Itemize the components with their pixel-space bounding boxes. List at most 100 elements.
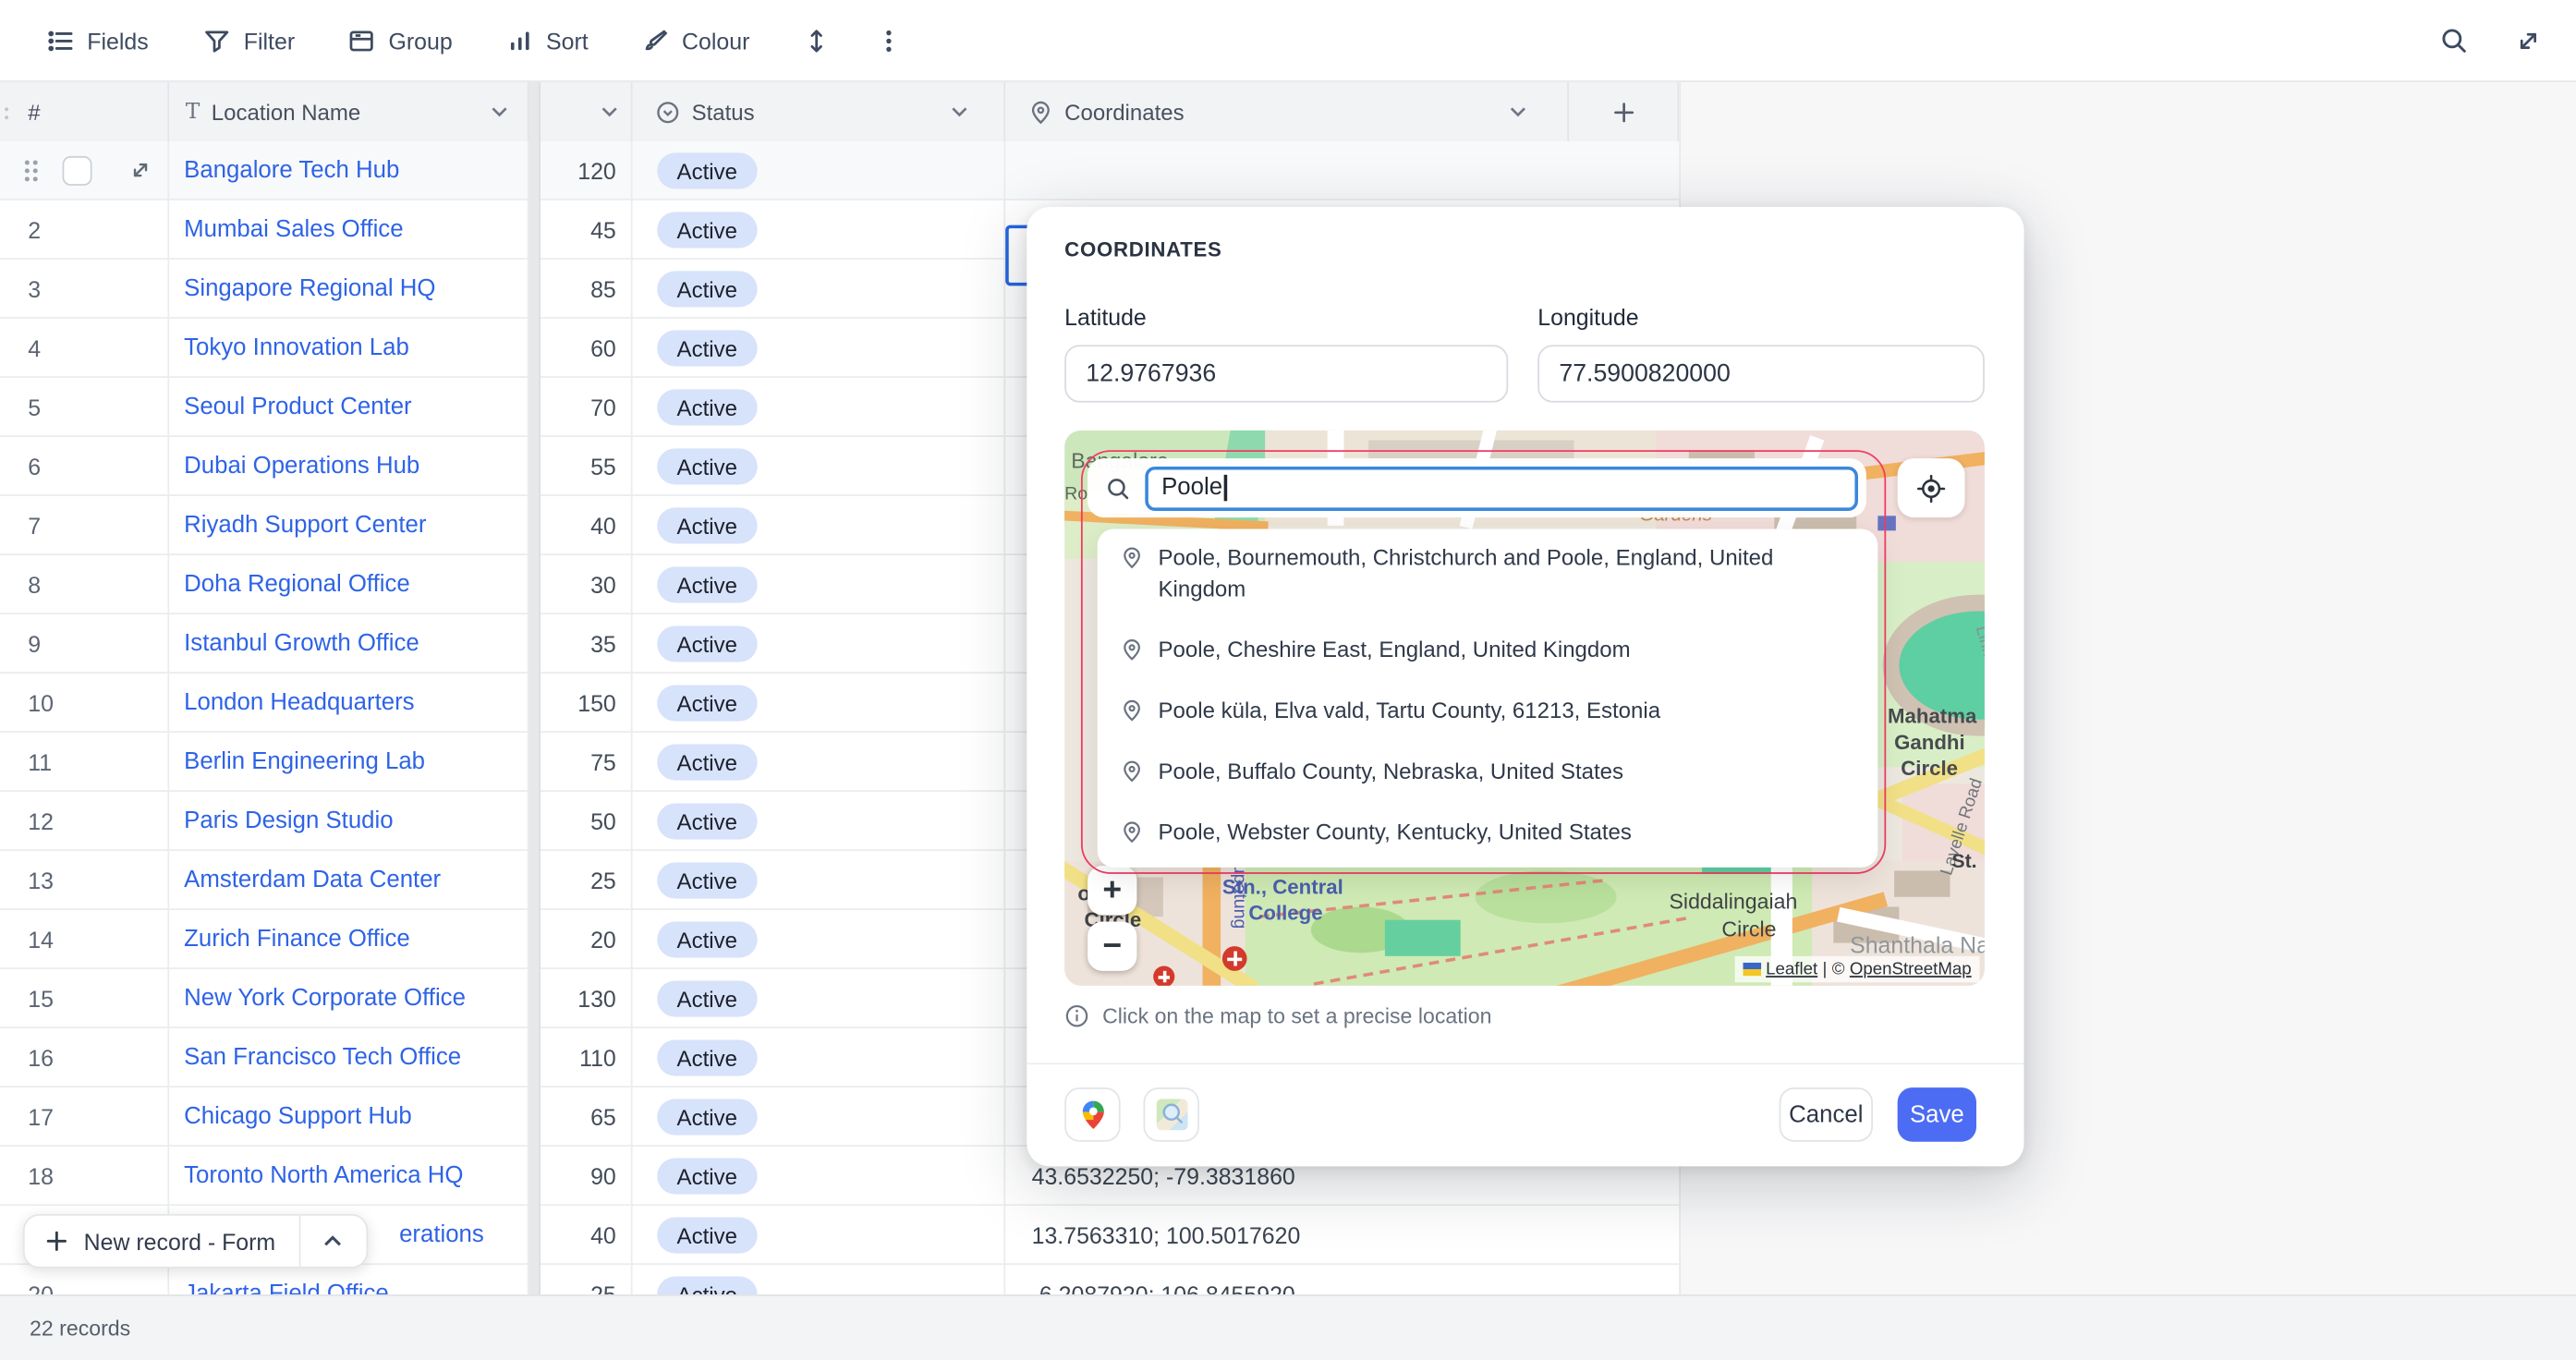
row-number-cell[interactable]: 6 bbox=[0, 437, 169, 496]
location-name-link[interactable]: Dubai Operations Hub bbox=[184, 454, 419, 480]
row-number-cell[interactable]: 14 bbox=[0, 910, 169, 969]
status-cell[interactable]: Active bbox=[633, 260, 1006, 319]
map-search-input[interactable]: Poole bbox=[1145, 466, 1858, 510]
open-openstreetmap-button[interactable] bbox=[1144, 1087, 1199, 1142]
value-cell[interactable]: 40 bbox=[541, 496, 633, 555]
status-cell[interactable]: Active bbox=[633, 141, 1006, 200]
row-number-cell[interactable]: 7 bbox=[0, 496, 169, 555]
location-name-link[interactable]: Tokyo Innovation Lab bbox=[184, 335, 409, 361]
location-name-link[interactable]: Zurich Finance Office bbox=[184, 927, 410, 953]
location-name-cell[interactable]: Chicago Support Hub bbox=[169, 1087, 529, 1147]
coordinates-cell[interactable]: 13.7563310; 100.5017620 bbox=[1005, 1206, 1569, 1265]
location-name-cell[interactable]: Zurich Finance Office bbox=[169, 910, 529, 969]
leaflet-link[interactable]: Leaflet bbox=[1766, 959, 1817, 978]
location-name-link[interactable]: Doha Regional Office bbox=[184, 572, 410, 598]
value-cell[interactable]: 55 bbox=[541, 437, 633, 496]
location-name-link[interactable]: Chicago Support Hub bbox=[184, 1104, 412, 1130]
save-button[interactable]: Save bbox=[1898, 1087, 1976, 1142]
location-name-link[interactable]: Paris Design Studio bbox=[184, 808, 393, 834]
status-cell[interactable]: Active bbox=[633, 614, 1006, 674]
latitude-input[interactable] bbox=[1064, 345, 1508, 402]
location-name-link[interactable]: Amsterdam Data Center bbox=[184, 868, 441, 893]
value-cell[interactable]: 25 bbox=[541, 1265, 633, 1294]
row-number-cell[interactable]: 13 bbox=[0, 851, 169, 910]
coordinates-cell[interactable]: -6.2087920; 106.8455920 bbox=[1005, 1265, 1569, 1294]
location-name-link[interactable]: Singapore Regional HQ bbox=[184, 276, 435, 302]
status-cell[interactable]: Active bbox=[633, 200, 1006, 260]
row-number-cell[interactable]: 12 bbox=[0, 792, 169, 851]
location-name-cell[interactable]: Istanbul Growth Office bbox=[169, 614, 529, 674]
header-status[interactable]: Status bbox=[633, 82, 1006, 141]
header-coordinates[interactable]: Coordinates bbox=[1005, 82, 1569, 141]
row-number-cell[interactable]: 2 bbox=[0, 200, 169, 260]
row-number-cell[interactable]: 3 bbox=[0, 260, 169, 319]
location-name-cell[interactable]: Singapore Regional HQ bbox=[169, 260, 529, 319]
openstreetmap-link[interactable]: OpenStreetMap bbox=[1850, 959, 1972, 978]
locate-me-button[interactable] bbox=[1898, 458, 1965, 517]
status-cell[interactable]: Active bbox=[633, 1147, 1006, 1206]
value-cell[interactable]: 25 bbox=[541, 851, 633, 910]
location-name-cell[interactable]: Bangalore Tech Hub bbox=[169, 141, 529, 200]
value-cell[interactable]: 45 bbox=[541, 200, 633, 260]
location-name-cell[interactable]: Tokyo Innovation Lab bbox=[169, 319, 529, 378]
status-cell[interactable]: Active bbox=[633, 1087, 1006, 1147]
status-cell[interactable]: Active bbox=[633, 555, 1006, 614]
search-result-item[interactable]: Poole, Buffalo County, Nebraska, United … bbox=[1121, 756, 1855, 787]
location-name-link[interactable]: Berlin Engineering Lab bbox=[184, 749, 425, 775]
search-result-item[interactable]: Poole, Cheshire East, England, United Ki… bbox=[1121, 634, 1855, 665]
header-row-number[interactable]: # bbox=[0, 82, 169, 141]
location-name-cell[interactable]: Toronto North America HQ bbox=[169, 1147, 529, 1206]
status-cell[interactable]: Active bbox=[633, 969, 1006, 1028]
status-cell[interactable]: Active bbox=[633, 851, 1006, 910]
location-name-cell[interactable]: Mumbai Sales Office bbox=[169, 200, 529, 260]
row-number-cell[interactable]: 4 bbox=[0, 319, 169, 378]
drag-handle-icon[interactable] bbox=[23, 158, 40, 184]
location-name-cell[interactable]: London Headquarters bbox=[169, 674, 529, 733]
location-name-cell[interactable]: New York Corporate Office bbox=[169, 969, 529, 1028]
open-google-maps-button[interactable] bbox=[1064, 1087, 1120, 1142]
status-cell[interactable]: Active bbox=[633, 792, 1006, 851]
search-button[interactable] bbox=[2432, 18, 2474, 61]
location-name-cell[interactable]: Paris Design Studio bbox=[169, 792, 529, 851]
value-cell[interactable]: 110 bbox=[541, 1028, 633, 1087]
value-cell[interactable]: 65 bbox=[541, 1087, 633, 1147]
status-cell[interactable]: Active bbox=[633, 733, 1006, 792]
value-cell[interactable]: 35 bbox=[541, 614, 633, 674]
location-name-cell[interactable]: Jakarta Field Office bbox=[169, 1265, 529, 1294]
status-cell[interactable]: Active bbox=[633, 437, 1006, 496]
longitude-input[interactable] bbox=[1537, 345, 1985, 402]
location-name-cell[interactable]: Seoul Product Center bbox=[169, 378, 529, 437]
row-number-cell[interactable]: 11 bbox=[0, 733, 169, 792]
chevron-down-icon[interactable] bbox=[601, 107, 618, 117]
filter-button[interactable]: Filter bbox=[202, 26, 295, 55]
row-number-cell[interactable]: 15 bbox=[0, 969, 169, 1028]
location-name-link[interactable]: Mumbai Sales Office bbox=[184, 217, 403, 243]
location-name-link[interactable]: Istanbul Growth Office bbox=[184, 631, 419, 657]
row-number-cell[interactable] bbox=[0, 141, 169, 200]
status-cell[interactable]: Active bbox=[633, 1265, 1006, 1294]
location-name-cell[interactable]: Doha Regional Office bbox=[169, 555, 529, 614]
map-zoom-out-button[interactable]: − bbox=[1088, 921, 1136, 970]
row-number-cell[interactable]: 16 bbox=[0, 1028, 169, 1087]
group-button[interactable]: Group bbox=[347, 26, 453, 55]
cancel-button[interactable]: Cancel bbox=[1780, 1087, 1873, 1142]
search-result-item[interactable]: Poole küla, Elva vald, Tartu County, 612… bbox=[1121, 695, 1855, 726]
value-cell[interactable]: 90 bbox=[541, 1147, 633, 1206]
value-cell[interactable]: 75 bbox=[541, 733, 633, 792]
coordinates-cell[interactable] bbox=[1005, 141, 1569, 200]
row-number-cell[interactable]: 10 bbox=[0, 674, 169, 733]
value-cell[interactable]: 120 bbox=[541, 141, 633, 200]
new-record-options-button[interactable] bbox=[298, 1214, 366, 1269]
value-cell[interactable]: 20 bbox=[541, 910, 633, 969]
status-cell[interactable]: Active bbox=[633, 319, 1006, 378]
search-result-item[interactable]: Poole, Bournemouth, Christchurch and Poo… bbox=[1121, 542, 1855, 605]
row-number-cell[interactable]: 17 bbox=[0, 1087, 169, 1147]
row-number-cell[interactable]: 9 bbox=[0, 614, 169, 674]
location-name-link[interactable]: New York Corporate Office bbox=[184, 986, 466, 1012]
value-cell[interactable]: 130 bbox=[541, 969, 633, 1028]
status-cell[interactable]: Active bbox=[633, 674, 1006, 733]
location-name-link[interactable]: Toronto North America HQ bbox=[184, 1163, 463, 1189]
add-field-button[interactable] bbox=[1569, 82, 1679, 141]
frozen-column-divider[interactable] bbox=[529, 82, 541, 1294]
more-options-button[interactable] bbox=[868, 18, 910, 61]
